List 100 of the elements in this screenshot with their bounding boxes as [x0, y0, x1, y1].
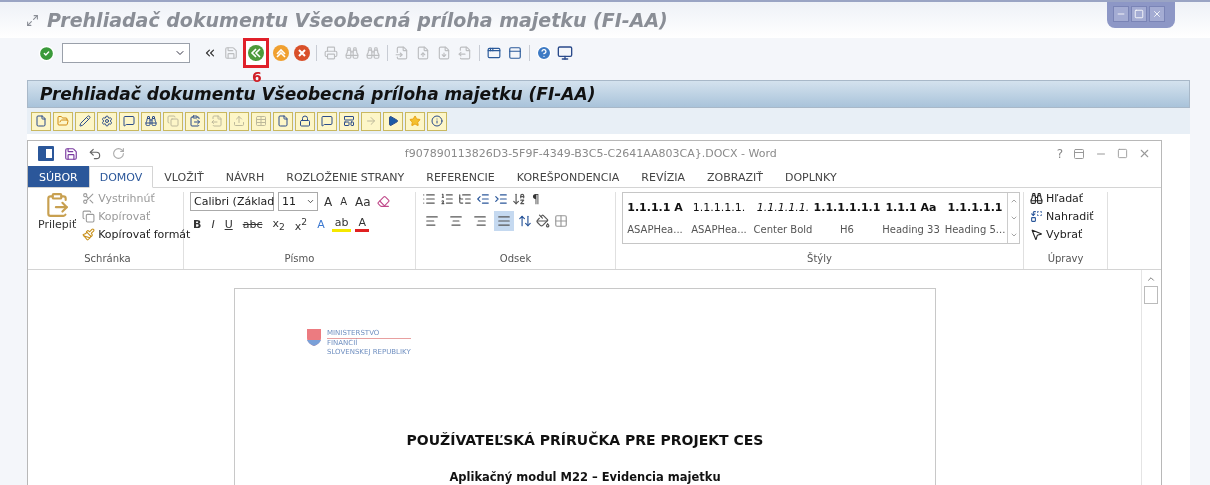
scroll-thumb[interactable] — [1143, 286, 1158, 304]
settings-icon — [101, 115, 113, 127]
table-button[interactable] — [251, 111, 271, 131]
help-button[interactable]: ? — [1056, 146, 1063, 161]
highlight-button[interactable]: ab — [331, 216, 352, 233]
multilevel-list-icon[interactable] — [458, 192, 472, 206]
font-size-field[interactable]: 11 — [278, 192, 318, 211]
strike-button[interactable]: abc — [239, 217, 266, 231]
select-button[interactable]: Vybrať — [1030, 228, 1094, 241]
effect-button[interactable]: A — [314, 217, 328, 231]
style-item[interactable]: 1.1.1.1 A ASAPHea... — [623, 193, 687, 243]
numbering-icon[interactable] — [440, 192, 454, 206]
settings-button[interactable] — [97, 111, 117, 131]
save-icon[interactable] — [64, 146, 78, 161]
find-button[interactable]: Hľadať — [1030, 192, 1094, 205]
document-title: f907890113826D3-5F9F-4349-B3C5-C2641AA803CA}.DOCX - Word — [403, 147, 778, 160]
screen-title: Prehliadač dokumentu Všeobecná príloha majetku (FI-AA) — [40, 84, 596, 104]
speech-bubble-icon — [321, 115, 333, 127]
page-icon — [437, 46, 451, 60]
document-button[interactable] — [31, 111, 51, 131]
word-logo-icon — [38, 146, 54, 161]
cancel-button[interactable] — [293, 43, 311, 63]
lock-button[interactable] — [295, 111, 315, 131]
speech-bubble-button[interactable] — [317, 111, 337, 131]
document-icon — [277, 115, 289, 127]
bold-button[interactable]: B — [190, 217, 205, 231]
pencil-button[interactable] — [75, 111, 95, 131]
info-button[interactable] — [427, 111, 447, 131]
binoculars-icon — [145, 115, 157, 127]
align-center-icon — [449, 214, 463, 228]
exit-button[interactable] — [272, 43, 290, 63]
copy-icon — [82, 210, 96, 223]
monitor-icon — [557, 45, 573, 61]
upload-button[interactable] — [229, 111, 249, 131]
paste-button[interactable]: Prilepiť — [38, 192, 77, 253]
page-icon — [416, 46, 430, 60]
binoculars-icon — [345, 46, 359, 60]
binoculars-button[interactable] — [141, 111, 161, 131]
sup-button[interactable]: x$^{2}$ — [291, 216, 311, 233]
help-button[interactable] — [535, 43, 553, 63]
shading-icon[interactable] — [536, 214, 550, 228]
change-case-button[interactable]: Aa — [353, 194, 373, 209]
undo-icon[interactable] — [88, 146, 102, 161]
layout-icon — [343, 115, 355, 127]
ribbon-tab[interactable]: DOMOV — [88, 166, 154, 188]
paintbrush-icon — [82, 228, 96, 241]
clipboard-button[interactable] — [185, 111, 205, 131]
style-item[interactable]: 1.1.1.1.1. ASAPHea... — [687, 193, 751, 243]
style-item[interactable]: 1.1.1.1.1 Heading 5... — [943, 193, 1007, 243]
window-icon — [508, 46, 522, 60]
format-button[interactable]: Kopírovať formát — [82, 228, 191, 241]
close-button[interactable] — [1149, 6, 1165, 22]
scissors-icon — [82, 192, 96, 205]
play-button[interactable] — [383, 111, 403, 131]
increase-indent-icon[interactable] — [494, 192, 508, 206]
command-field[interactable] — [62, 43, 190, 63]
speech-bubble-button[interactable] — [119, 111, 139, 131]
star-button[interactable] — [405, 111, 425, 131]
minimize-button[interactable] — [1113, 6, 1129, 22]
replace-button[interactable]: Nahradiť — [1030, 210, 1094, 223]
redo-icon[interactable] — [112, 147, 125, 160]
grow-font-button[interactable]: A — [322, 194, 335, 209]
scroll-down-icon[interactable] — [1009, 214, 1018, 222]
underline-button[interactable]: U — [221, 217, 236, 231]
export-button[interactable] — [207, 111, 227, 131]
folder-icon — [57, 115, 69, 127]
color-button[interactable]: A — [355, 216, 369, 233]
style-item[interactable]: 1.1.1.1.1. Center Bold — [751, 193, 815, 243]
style-item[interactable]: 1.1.1 Aa Heading 33 — [879, 193, 943, 243]
style-item[interactable]: 1.1.1.1.1.1 H6 — [815, 193, 879, 243]
file-tab[interactable]: SÚBOR — [28, 166, 89, 187]
binoculars-icon — [1030, 192, 1043, 205]
eraser-icon[interactable] — [376, 195, 390, 208]
line-spacing-icon[interactable] — [518, 214, 532, 228]
sub-button[interactable]: x$_{2}$ — [269, 216, 288, 232]
close-icon[interactable] — [1138, 147, 1151, 160]
ribbon-options-icon[interactable] — [1073, 147, 1085, 160]
maximize-icon[interactable] — [1117, 148, 1128, 159]
bullets-icon[interactable] — [422, 192, 436, 206]
decrease-indent-icon[interactable] — [476, 192, 490, 206]
sort-icon[interactable] — [512, 192, 526, 206]
maximize-button[interactable] — [1131, 6, 1147, 22]
page-icon — [395, 46, 409, 60]
scroll-up-icon[interactable] — [1145, 274, 1156, 284]
group-label: Písmo — [284, 253, 315, 266]
pencil-icon — [79, 115, 91, 127]
italic-button[interactable]: I — [208, 217, 218, 231]
group-label: Štýly — [807, 253, 832, 266]
align-left-icon — [425, 214, 439, 228]
font-name-field[interactable]: Calibri (Základ — [190, 192, 274, 211]
shrink-font-button[interactable]: A — [338, 196, 350, 207]
exit-icon — [273, 45, 289, 61]
layout-button[interactable] — [556, 43, 574, 63]
close-icon — [1152, 9, 1162, 19]
enter-button[interactable] — [37, 43, 55, 63]
pilcrow-button[interactable]: ¶ — [530, 192, 542, 206]
window-icon — [487, 46, 501, 60]
align-justify-button[interactable] — [494, 211, 514, 231]
clipboard-icon — [189, 115, 201, 127]
layout-button[interactable] — [339, 111, 359, 131]
